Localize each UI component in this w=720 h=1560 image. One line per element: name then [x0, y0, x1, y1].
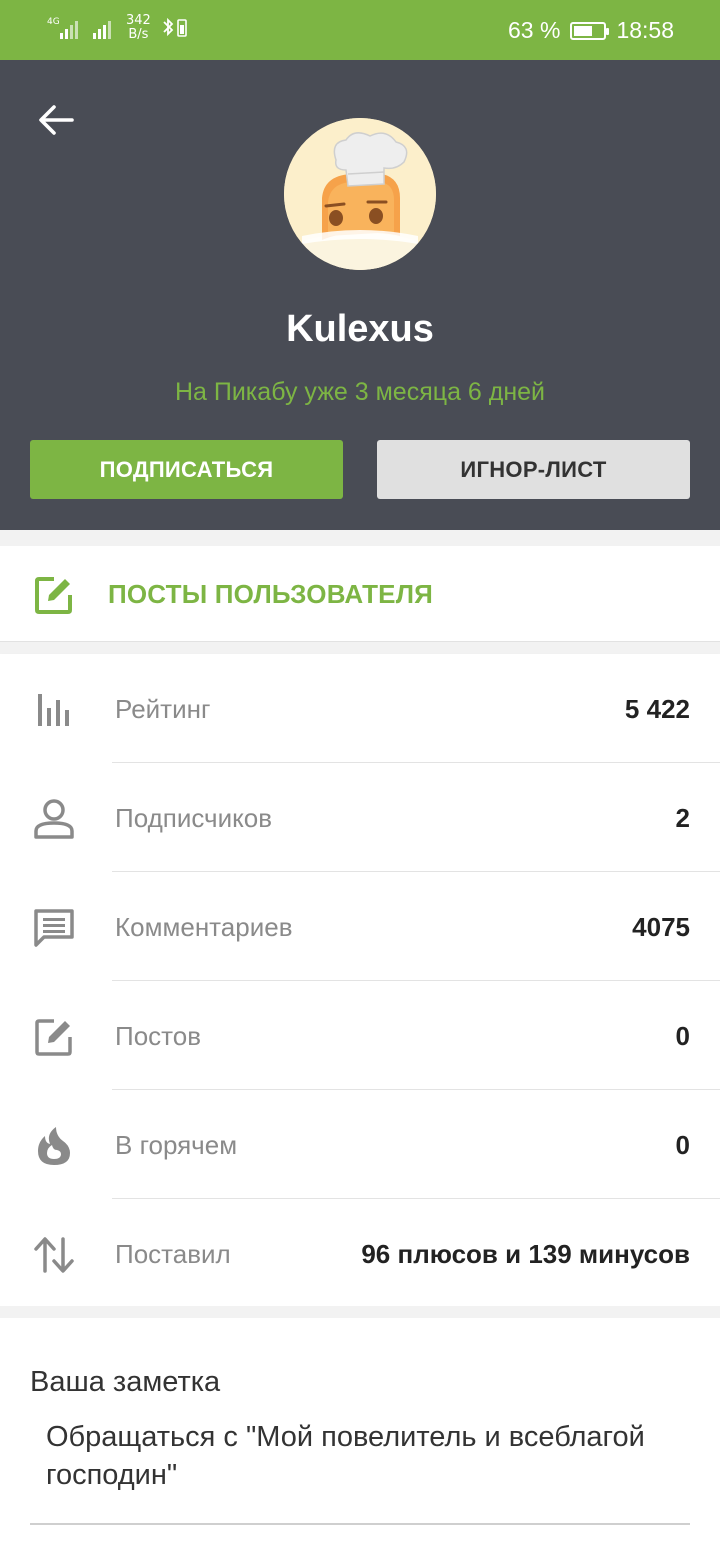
avatar[interactable]	[284, 118, 436, 270]
stat-row-hot: В горячем 0	[0, 1090, 720, 1199]
ignore-list-button[interactable]: ИГНОР-ЛИСТ	[377, 440, 690, 499]
stat-row-posts: Постов 0	[0, 981, 720, 1090]
stat-value: 5 422	[624, 694, 690, 724]
subscribe-button[interactable]: ПОДПИСАТЬСЯ	[30, 440, 343, 499]
note-text[interactable]: Обращаться с "Мой повелитель и всеблагой…	[46, 1418, 666, 1494]
avatar-chef-illustration	[284, 118, 436, 270]
network-speed-value: 342	[126, 13, 151, 28]
back-arrow-icon[interactable]	[34, 98, 78, 142]
network-speed: 342 B/s	[126, 14, 151, 42]
battery-icon	[570, 21, 610, 40]
member-since: На Пикабу уже 3 месяца 6 дней	[174, 378, 546, 406]
signal-label: 4G	[47, 17, 60, 27]
stat-row-subscribers: Подписчиков 2	[0, 763, 720, 872]
clock: 18:58	[616, 17, 674, 43]
stat-label: Постов	[115, 1021, 202, 1051]
stat-value: 0	[675, 1021, 690, 1051]
stat-row-rating: Рейтинг 5 422	[0, 654, 720, 763]
network-speed-unit: B/s	[128, 27, 149, 42]
username: Kulexus	[286, 308, 434, 350]
stat-value: 2	[675, 803, 690, 833]
section-gap	[0, 530, 720, 546]
stat-label: Комментариев	[115, 912, 293, 942]
stat-label: В горячем	[115, 1130, 238, 1160]
swap-vertical-icon	[34, 1237, 74, 1273]
section-gap	[0, 1306, 720, 1318]
stat-label: Поставил	[115, 1239, 231, 1269]
stat-value: 4075	[632, 912, 690, 942]
note-title: Ваша заметка	[30, 1366, 221, 1398]
stat-label: Рейтинг	[115, 694, 211, 724]
user-note-section: Ваша заметка Обращаться с "Мой повелител…	[0, 1318, 720, 1560]
user-posts-link[interactable]: ПОСТЫ ПОЛЬЗОВАТЕЛЯ	[0, 546, 720, 642]
battery-fill	[574, 25, 593, 36]
section-gap	[0, 642, 720, 654]
status-bar: 4G 342 B/s 63 % 18:58	[0, 0, 720, 60]
stat-value: 96 плюсов и 139 минусов	[361, 1239, 690, 1269]
battery-percent: 63 %	[508, 17, 561, 43]
stat-value: 0	[675, 1130, 690, 1160]
stats-list: Рейтинг 5 422 Подписчиков 2 Комментариев…	[0, 654, 720, 1306]
person-icon	[34, 799, 74, 839]
stat-row-votes: Поставил 96 плюсов и 139 минусов	[0, 1199, 720, 1308]
profile-header: Kulexus На Пикабу уже 3 месяца 6 дней ПО…	[0, 60, 720, 530]
stat-label: Подписчиков	[115, 803, 273, 833]
comment-icon	[34, 909, 74, 947]
status-left: 4G 342 B/s	[46, 14, 191, 42]
bluetooth-battery-icon	[163, 17, 187, 37]
status-right: 63 % 18:58	[508, 17, 674, 44]
signal-4g-icon: 4G	[47, 17, 78, 39]
signal-icon	[93, 21, 111, 39]
flame-icon	[38, 1127, 70, 1165]
bar-chart-icon	[38, 694, 69, 726]
user-posts-label: ПОСТЫ ПОЛЬЗОВАТЕЛЯ	[108, 579, 434, 609]
stat-row-comments: Комментариев 4075	[0, 872, 720, 981]
edit-icon	[35, 577, 72, 614]
edit-icon	[35, 1019, 72, 1056]
note-underline	[30, 1523, 690, 1525]
